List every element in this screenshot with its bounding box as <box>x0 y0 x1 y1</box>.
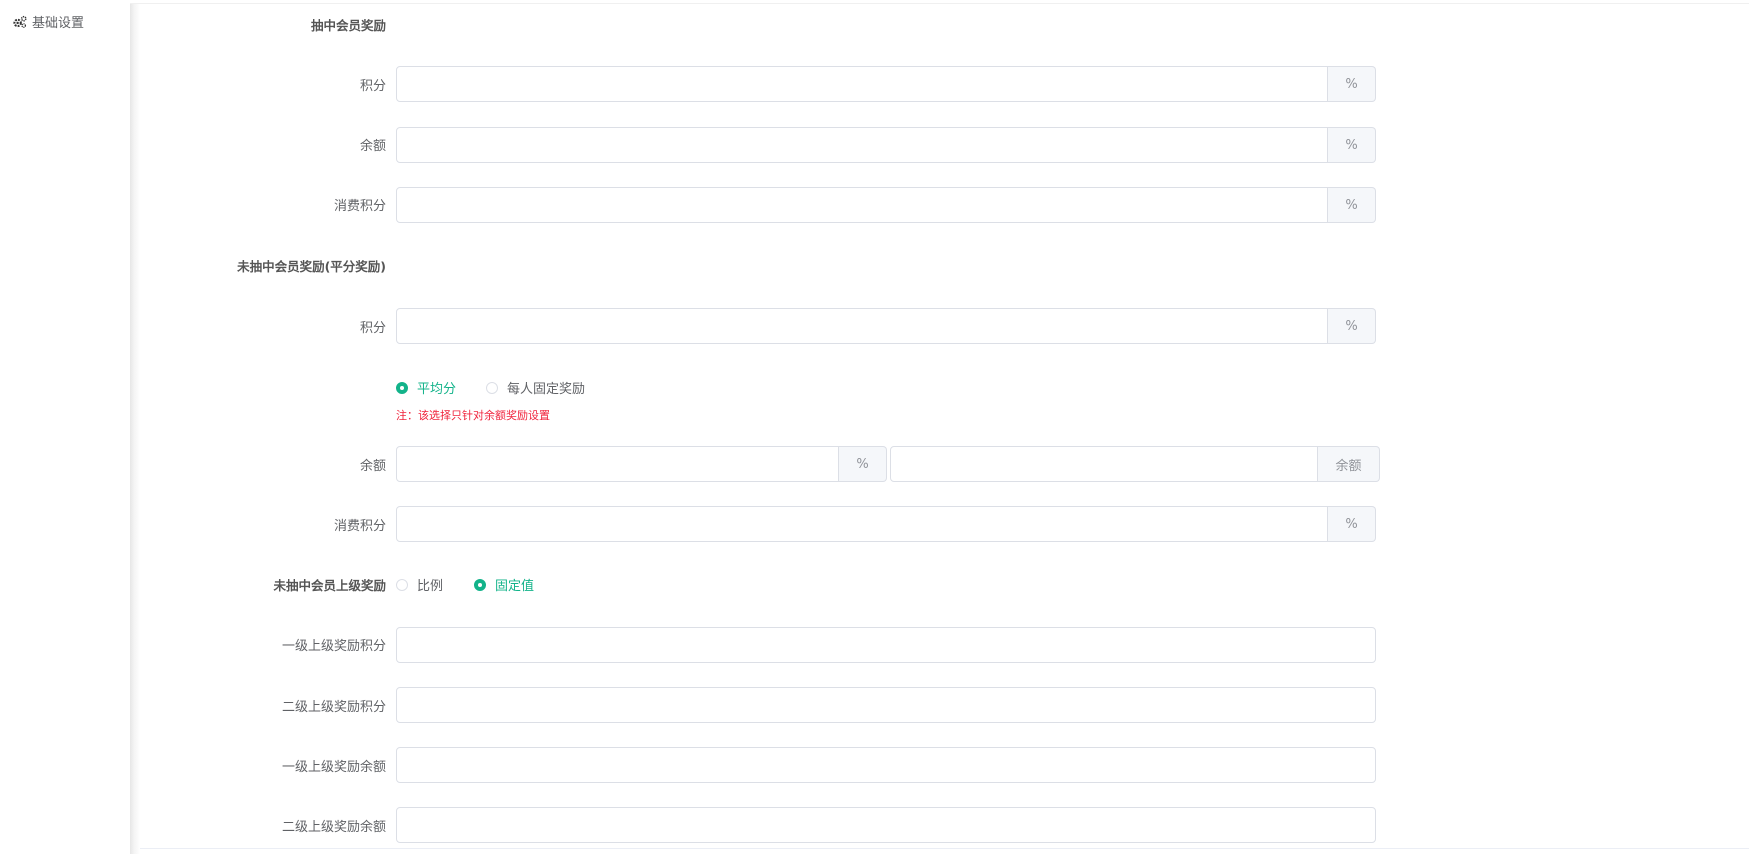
level2-points-input[interactable] <box>396 687 1376 723</box>
nonwinner-balance-fixed-input[interactable] <box>890 446 1318 482</box>
radio-average[interactable]: 平均分 <box>396 378 456 397</box>
percent-suffix: % <box>1328 66 1376 102</box>
nonwinner-balance-label: 余额 <box>359 459 386 474</box>
balance-suffix: 余额 <box>1318 446 1380 482</box>
gears-icon <box>13 15 27 28</box>
top-divider <box>0 3 1749 4</box>
percent-suffix: % <box>1328 308 1376 344</box>
nonwinner-consume-group: % <box>396 506 1376 542</box>
level1-points-input[interactable] <box>396 627 1376 663</box>
level2-balance-label: 二级上级奖励余额 <box>281 820 386 835</box>
nonwinner-points-label: 积分 <box>359 321 386 336</box>
sidebar: 基础设置 <box>0 0 130 854</box>
section-title-superior: 未抽中会员上级奖励 <box>273 578 386 593</box>
winner-balance-input[interactable] <box>396 127 1328 163</box>
radio-label: 固定值 <box>495 579 535 594</box>
sidebar-item-basic-settings[interactable]: 基础设置 <box>12 12 84 31</box>
nonwinner-points-input[interactable] <box>396 308 1328 344</box>
level2-balance-input[interactable] <box>396 807 1376 843</box>
nonwinner-consume-input[interactable] <box>396 506 1328 542</box>
nonwinner-balance-fixed-group: 余额 <box>890 446 1380 482</box>
radio-label: 每人固定奖励 <box>507 382 586 397</box>
radio-label: 比例 <box>417 579 444 594</box>
winner-points-group: % <box>396 66 1376 102</box>
bottom-divider <box>140 848 1749 849</box>
radio-dot <box>486 381 498 394</box>
winner-balance-group: % <box>396 127 1376 163</box>
level1-balance-input[interactable] <box>396 747 1376 783</box>
radio-ratio[interactable]: 比例 <box>396 575 443 594</box>
distribution-note: 注：该选择只针对余额奖励设置 <box>396 409 550 422</box>
level1-balance-label: 一级上级奖励余额 <box>281 760 386 775</box>
winner-consume-group: % <box>396 187 1376 223</box>
percent-suffix: % <box>1328 187 1376 223</box>
winner-points-input[interactable] <box>396 66 1328 102</box>
nonwinner-consume-label: 消费积分 <box>333 519 386 534</box>
radio-dot <box>396 381 408 394</box>
percent-suffix: % <box>1328 506 1376 542</box>
sidebar-item-label: 基础设置 <box>32 16 85 31</box>
section-title-nonwinner: 未抽中会员奖励(平分奖励) <box>237 259 386 274</box>
radio-dot <box>474 578 486 591</box>
radio-fixed-per-person[interactable]: 每人固定奖励 <box>486 378 585 397</box>
section-title-winner: 抽中会员奖励 <box>310 18 386 33</box>
nonwinner-points-group: % <box>396 308 1376 344</box>
winner-balance-label: 余额 <box>359 139 386 154</box>
percent-suffix: % <box>839 446 887 482</box>
radio-dot <box>396 578 408 591</box>
winner-consume-input[interactable] <box>396 187 1328 223</box>
level1-points-label: 一级上级奖励积分 <box>281 639 386 654</box>
nonwinner-balance-percent-group: % <box>396 446 887 482</box>
winner-consume-label: 消费积分 <box>333 199 386 214</box>
sidebar-shadow <box>130 4 140 854</box>
radio-fixed-value[interactable]: 固定值 <box>474 575 534 594</box>
percent-suffix: % <box>1328 127 1376 163</box>
winner-points-label: 积分 <box>359 79 386 94</box>
level2-points-label: 二级上级奖励积分 <box>281 700 386 715</box>
nonwinner-balance-percent-input[interactable] <box>396 446 839 482</box>
radio-label: 平均分 <box>417 382 457 397</box>
